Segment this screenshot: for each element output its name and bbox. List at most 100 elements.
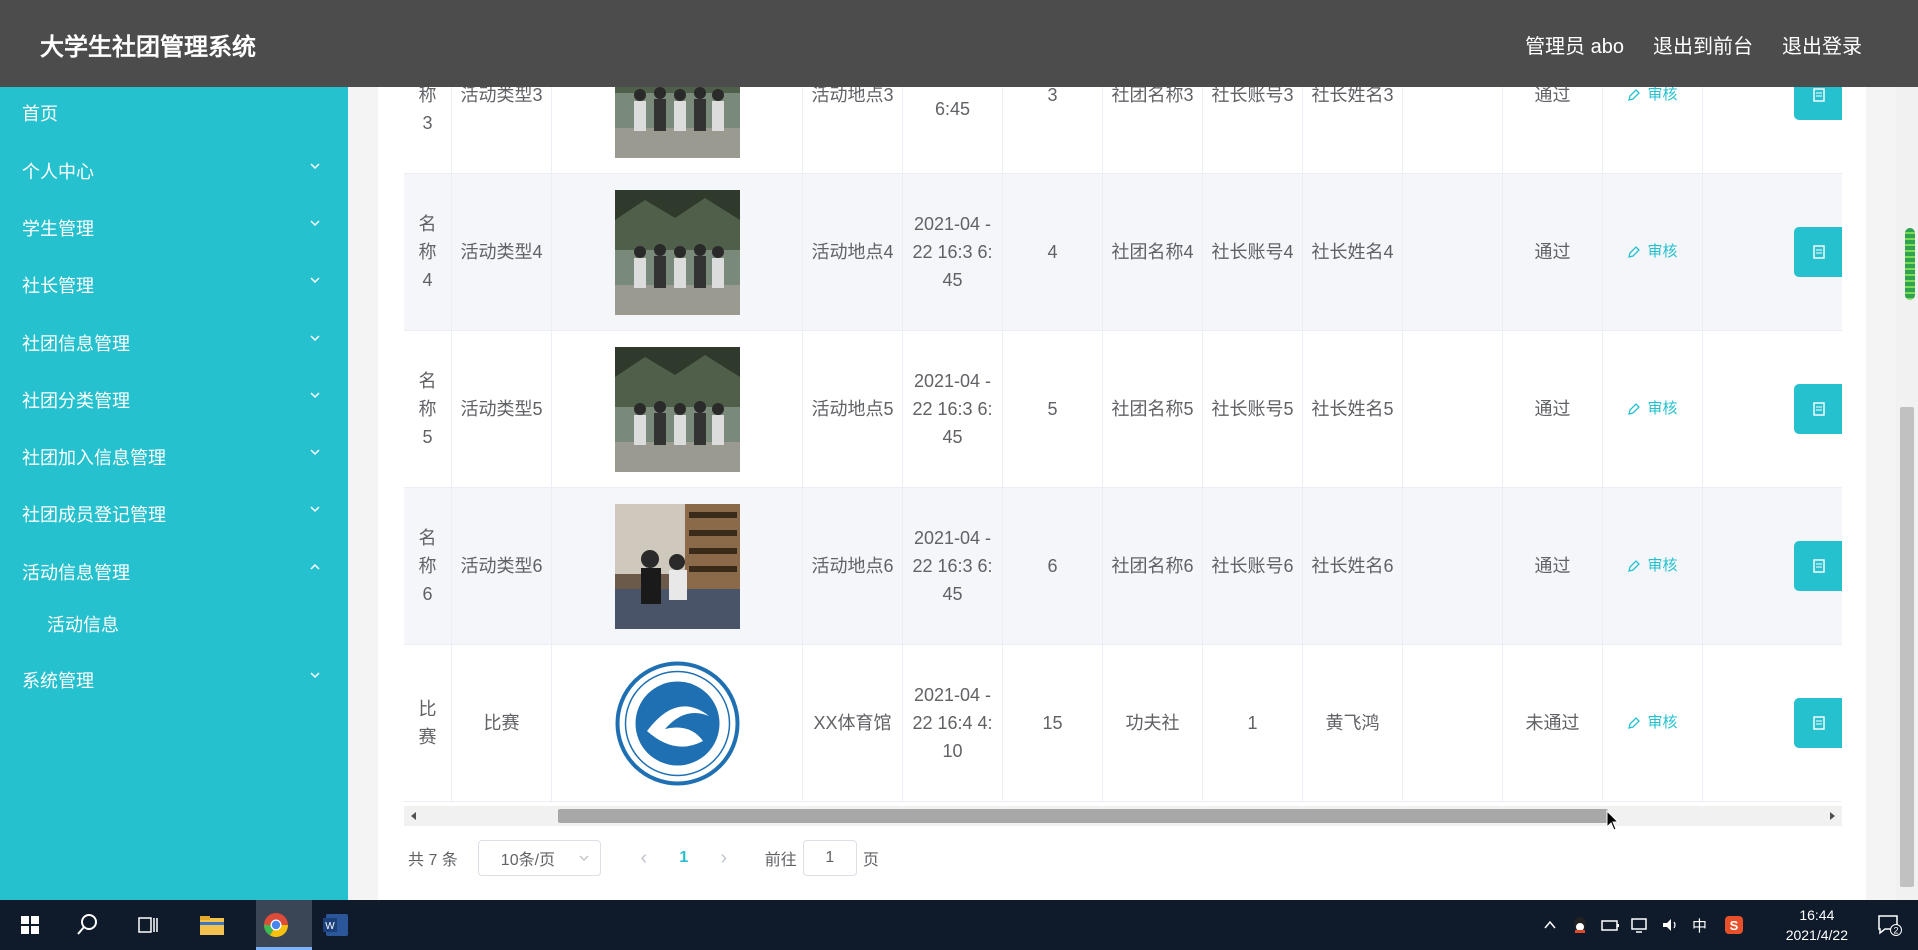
cell-count: 6 <box>1003 488 1103 644</box>
sidebar-item[interactable]: 社长管理 <box>0 259 348 309</box>
scroll-right-arrow-icon[interactable] <box>1825 809 1839 823</box>
university-logo-icon[interactable] <box>614 660 740 786</box>
detail-button[interactable] <box>1794 541 1842 591</box>
cell-type: 活动类型4 <box>452 174 552 330</box>
goto-label: 前往 <box>764 852 797 869</box>
cell-name: 名称 4 <box>404 174 452 330</box>
edit-icon <box>1628 560 1641 572</box>
document-icon <box>1813 716 1825 730</box>
cell-leader-text: 社长姓名4 <box>1311 242 1394 262</box>
detail-button[interactable] <box>1794 698 1842 748</box>
audit-button[interactable]: 审核 <box>1627 552 1678 580</box>
audit-button[interactable]: 审核 <box>1627 238 1678 266</box>
vertical-scroll-thumb[interactable] <box>1900 407 1914 887</box>
detail-button[interactable] <box>1794 227 1842 277</box>
sidebar-item-label: 活动信息管理 <box>22 563 130 583</box>
audit-button[interactable]: 审核 <box>1627 709 1678 737</box>
cell-status-text: 通过 <box>1534 399 1571 419</box>
horizontal-scroll-thumb[interactable] <box>558 809 1608 823</box>
empty-cell <box>1403 488 1503 644</box>
cell-place-text: 活动地点3 <box>811 87 894 105</box>
detail-button[interactable] <box>1794 384 1842 434</box>
cell-count-text: 6 <box>1047 556 1058 576</box>
volume-icon[interactable] <box>1660 916 1680 934</box>
cell-count-text: 3 <box>1047 87 1058 105</box>
horizontal-scrollbar[interactable] <box>404 806 1842 826</box>
tray-chevron-up-icon[interactable] <box>1542 917 1558 933</box>
prev-page-button[interactable]: ‹ <box>629 847 659 870</box>
file-explorer-icon[interactable] <box>196 909 228 941</box>
activity-photo-icon[interactable] <box>614 87 740 158</box>
chevron-down-icon <box>310 392 320 399</box>
qq-icon[interactable] <box>1570 915 1590 935</box>
table-row: 名称 5 活动类型5 活动地点5 2021-04 -22 16:3 6:45 5 社团名称… <box>404 331 1842 488</box>
activity-photo-icon[interactable] <box>614 503 740 629</box>
activity-photo-icon[interactable] <box>614 346 740 472</box>
sidebar-item[interactable]: 首页 <box>0 87 348 137</box>
word-icon[interactable]: W <box>320 909 352 941</box>
logout-link[interactable]: 退出登录 <box>1782 30 1862 59</box>
page-vertical-scrollbar[interactable] <box>1896 87 1918 900</box>
cell-place: 活动地点4 <box>803 174 903 330</box>
audit-cell: 审核 <box>1603 87 1703 173</box>
sidebar-item[interactable]: 学生管理 <box>0 202 348 252</box>
cell-leader-text: 社长姓名3 <box>1311 87 1394 105</box>
activity-image-cell <box>552 488 803 644</box>
detail-button[interactable] <box>1794 87 1842 120</box>
cell-type-text: 活动类型5 <box>460 399 543 419</box>
cell-time: -22 16:3 6:45 <box>903 87 1003 173</box>
cell-account-text: 1 <box>1247 713 1258 733</box>
activity-image-cell <box>552 331 803 487</box>
cell-leader-text: 社长姓名6 <box>1311 556 1394 576</box>
audit-button[interactable]: 审核 <box>1627 395 1678 423</box>
chevron-down-icon <box>310 163 320 170</box>
battery-icon[interactable] <box>1600 916 1620 934</box>
cell-time-text: 2021-04 -22 16:4 4:10 <box>912 685 993 761</box>
goto-page-input[interactable]: 1 <box>802 840 857 876</box>
sidebar-item[interactable]: 社团成员登记管理 <box>0 488 348 538</box>
empty-cell <box>1403 174 1503 330</box>
sogou-input-icon[interactable]: S <box>1724 915 1744 935</box>
sidebar-item[interactable]: 活动信息管理 <box>0 546 348 596</box>
cell-time-text: -22 16:3 6:45 <box>919 87 985 119</box>
cell-leader-text: 黄飞鸿 <box>1325 713 1380 733</box>
sidebar-item[interactable]: 社团信息管理 <box>0 317 348 367</box>
audit-label: 审核 <box>1647 400 1678 417</box>
cell-name-text: 比赛 <box>418 699 437 747</box>
cell-place: XX体育馆 <box>803 645 903 801</box>
cell-time: 2021-04 -22 16:3 6:45 <box>903 488 1003 644</box>
admin-user-label[interactable]: 管理员 abo <box>1525 30 1624 59</box>
audit-button[interactable]: 审核 <box>1627 87 1678 109</box>
task-view-icon[interactable] <box>132 909 164 941</box>
floating-widget-icon[interactable] <box>1905 228 1915 300</box>
sidebar-item[interactable]: 系统管理 <box>0 654 348 704</box>
chevron-down-icon <box>310 335 320 342</box>
sidebar-item[interactable]: 个人中心 <box>0 145 348 195</box>
edit-icon <box>1628 403 1641 415</box>
notification-center-icon[interactable]: 2 <box>1876 913 1902 937</box>
windows-start-icon[interactable] <box>14 909 46 941</box>
cell-club-text: 功夫社 <box>1125 713 1180 733</box>
page-size-select[interactable]: 10条/页 <box>477 840 601 876</box>
scroll-left-arrow-icon[interactable] <box>407 809 421 823</box>
audit-label: 审核 <box>1647 714 1678 731</box>
exit-to-frontend-link[interactable]: 退出到前台 <box>1653 30 1753 59</box>
taskbar-clock[interactable]: 16:44 2021/4/22 <box>1786 905 1848 945</box>
document-icon <box>1813 88 1825 102</box>
next-page-button[interactable]: › <box>709 847 739 870</box>
activity-photo-icon[interactable] <box>614 189 740 315</box>
clock-time: 16:44 <box>1799 907 1835 923</box>
chevron-down-icon <box>579 855 589 862</box>
search-icon[interactable] <box>72 909 104 941</box>
sidebar-item[interactable]: 社团加入信息管理 <box>0 431 348 481</box>
audit-cell: 审核 <box>1603 331 1703 487</box>
cell-time-text: 2021-04 -22 16:3 6:45 <box>912 214 993 290</box>
chrome-icon[interactable] <box>260 909 292 941</box>
cell-leader: 社长姓名3 <box>1303 87 1403 173</box>
page-number-current[interactable]: 1 <box>659 849 709 867</box>
sidebar-item[interactable]: 社团分类管理 <box>0 374 348 424</box>
network-icon[interactable] <box>1630 916 1650 934</box>
sidebar-item[interactable]: 活动信息 <box>0 598 348 648</box>
cell-name: 名称 6 <box>404 488 452 644</box>
ime-indicator[interactable]: 中 <box>1692 915 1707 936</box>
